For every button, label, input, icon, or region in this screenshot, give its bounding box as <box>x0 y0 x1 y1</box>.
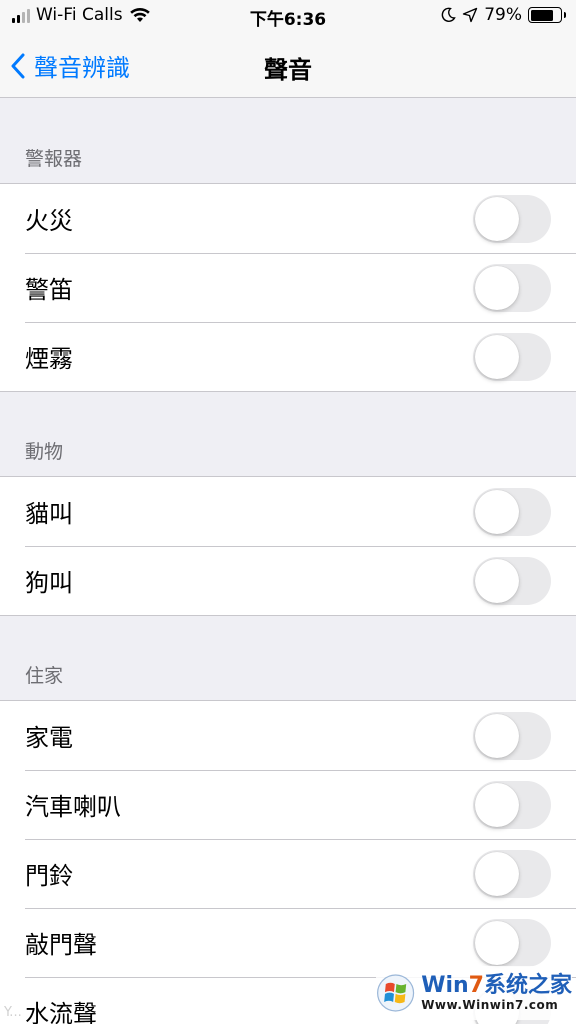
watermark-url: Www.Winwin7.com <box>421 997 559 1012</box>
toggle-knob <box>475 851 519 896</box>
settings-group: 火災 警笛 煙霧 <box>0 183 576 392</box>
status-right: 79% <box>440 5 566 25</box>
battery-icon <box>528 7 566 23</box>
settings-row: 汽車喇叭 <box>0 770 576 839</box>
settings-row-label: 汽車喇叭 <box>25 793 121 821</box>
faint-watermark-text: Y... <box>4 1005 22 1020</box>
settings-row-label: 貓叫 <box>25 500 73 528</box>
settings-row: 門鈴 <box>0 839 576 908</box>
settings-group: 貓叫 狗叫 <box>0 476 576 616</box>
settings-row: 火災 <box>0 184 576 253</box>
toggle-switch[interactable] <box>473 263 551 312</box>
moon-icon <box>441 7 456 22</box>
toggle-switch[interactable] <box>473 711 551 760</box>
toggle-knob <box>475 265 519 310</box>
section-header-label: 住家 <box>25 665 64 687</box>
settings-row-label: 水流聲 <box>25 1000 97 1024</box>
watermark-brand: Win7系统之家 <box>421 973 572 999</box>
toggle-knob <box>475 334 519 379</box>
settings-row: 貓叫 <box>0 477 576 546</box>
settings-list: 警報器火災警笛煙霧動物貓叫狗叫住家家電汽車喇叭門鈴敲門聲水流聲 <box>0 99 576 1024</box>
navigation-bar: 聲音辨識 聲音 <box>0 32 576 98</box>
section-header: 警報器 <box>0 99 576 183</box>
toggle-switch[interactable] <box>473 556 551 605</box>
settings-row-label: 家電 <box>25 724 73 752</box>
settings-row-label: 火災 <box>25 207 73 235</box>
section-header: 住家 <box>0 616 576 700</box>
settings-row: 警笛 <box>0 253 576 322</box>
toggle-switch[interactable] <box>473 849 551 898</box>
settings-row-label: 門鈴 <box>25 862 73 890</box>
toggle-switch[interactable] <box>473 194 551 243</box>
toggle-knob <box>475 713 519 758</box>
section-header-label: 動物 <box>25 441 64 463</box>
toggle-switch[interactable] <box>473 780 551 829</box>
settings-row-label: 敲門聲 <box>25 931 97 959</box>
battery-level <box>530 9 554 21</box>
toggle-knob <box>475 782 519 827</box>
toggle-switch[interactable] <box>473 332 551 381</box>
toggle-knob <box>475 920 519 965</box>
settings-row-label: 煙霧 <box>25 345 73 373</box>
settings-row: 煙霧 <box>0 322 576 391</box>
settings-row-label: 狗叫 <box>25 569 73 597</box>
settings-row-label: 警笛 <box>25 276 73 304</box>
toggle-switch[interactable] <box>473 487 551 536</box>
settings-row: 家電 <box>0 701 576 770</box>
watermark-text: Win7系统之家 Www.Winwin7.com <box>421 974 572 1011</box>
settings-row: 狗叫 <box>0 546 576 615</box>
toggle-switch[interactable] <box>473 918 551 967</box>
section-header-label: 警報器 <box>25 148 83 170</box>
toggle-knob <box>475 196 519 241</box>
status-bar: Wi-Fi Calls 下午6:36 79% <box>0 0 576 32</box>
section-header: 動物 <box>0 392 576 476</box>
battery-percent: 79% <box>484 5 522 25</box>
page-title: 聲音 <box>264 56 312 84</box>
toggle-knob <box>475 558 519 603</box>
location-arrow-icon <box>463 7 478 23</box>
toggle-knob <box>475 489 519 534</box>
windows-logo-icon <box>377 974 415 1012</box>
watermark: Win7系统之家 Www.Winwin7.com <box>376 966 572 1020</box>
